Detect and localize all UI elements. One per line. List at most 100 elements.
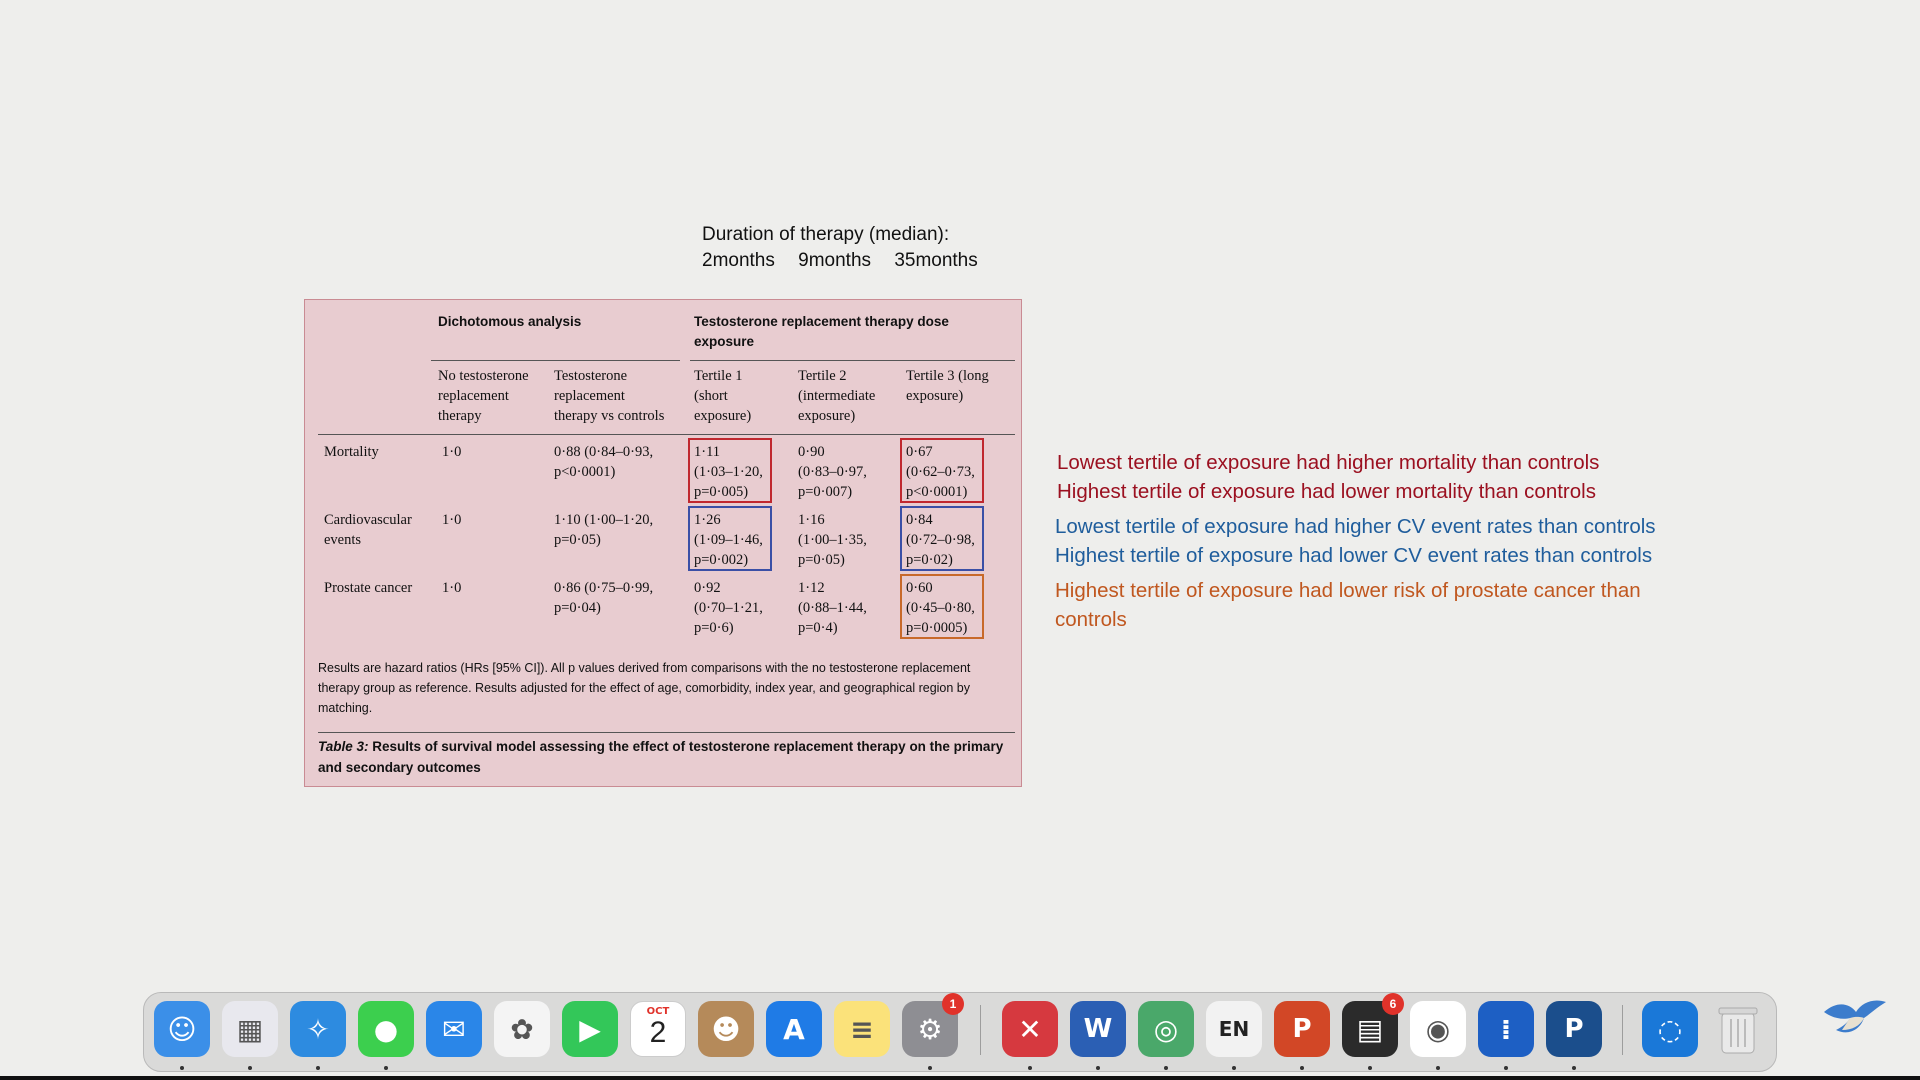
dock-glyph: ☻ xyxy=(711,1012,741,1046)
group-header-dose-exposure: Testosterone replacement therapy dose ex… xyxy=(694,314,949,349)
cell-line: 1·0 xyxy=(442,512,462,528)
table-cell: 1·10 (1·00–1·20, p=0·05) xyxy=(554,510,653,550)
printer-icon[interactable]: ▤ 6 xyxy=(1342,993,1404,1057)
results-table-figure: Dichotomous analysis Testosterone replac… xyxy=(304,299,1022,787)
running-indicator xyxy=(1028,1066,1032,1070)
dock-glyph: A xyxy=(783,1012,805,1046)
dock: ☺ ▦ ✧ ● ✉ ✿ ▶ OCT 2 ☻ A ≡ ⚙ 1 ✕ W ◎ EN P ▤ 6 ◉ ⁞ P ◌ xyxy=(143,992,1777,1072)
trash-icon[interactable] xyxy=(1710,1001,1766,1057)
dock-glyph: ◎ xyxy=(1153,1012,1179,1046)
highlight-box xyxy=(688,506,772,571)
app-store-icon[interactable]: A xyxy=(766,1001,822,1057)
cell-line: p=0·4) xyxy=(798,620,838,636)
column-header-line: No testosterone xyxy=(438,368,529,384)
row-label-line: events xyxy=(324,532,362,548)
table-footnote: Results are hazard ratios (HRs [95% CI])… xyxy=(318,661,971,715)
running-indicator xyxy=(1436,1066,1440,1070)
cell-line: 1·0 xyxy=(442,580,462,596)
dots-app-icon[interactable]: ⁞ xyxy=(1478,1001,1534,1057)
spiral-app-icon[interactable]: ◌ xyxy=(1642,1001,1698,1057)
calendar-day: 2 xyxy=(649,1016,667,1049)
cell-line: 0·90 xyxy=(798,444,825,460)
column-header: Tertile 1 (short exposure) xyxy=(694,366,751,426)
header-rule xyxy=(690,360,1015,361)
duration-title: Duration of therapy (median): xyxy=(702,224,950,245)
chrome-icon[interactable]: ◉ xyxy=(1410,1001,1466,1057)
dock-icon-label: P xyxy=(1564,1014,1584,1044)
table-caption: Table 3: Results of survival model asses… xyxy=(318,736,1013,778)
launchpad-icon[interactable]: ▦ xyxy=(222,1001,278,1057)
highlight-box xyxy=(900,438,984,503)
annotation-line: Highest tertile of exposure had lower mo… xyxy=(1057,480,1596,503)
duration-month-value: 2months xyxy=(702,250,775,271)
globe-app-icon[interactable]: ◎ xyxy=(1138,1001,1194,1057)
column-header-line: Tertile 2 xyxy=(798,368,847,384)
dock-icon-label: P xyxy=(1292,1014,1312,1044)
dock-glyph: ✕ xyxy=(1018,1012,1042,1046)
messages-icon[interactable]: ● xyxy=(358,1001,414,1057)
row-label-line: Cardiovascular xyxy=(324,512,412,528)
dock-glyph: ≡ xyxy=(850,1012,874,1046)
cell-line: p=0·007) xyxy=(798,484,853,500)
remote-desktop-icon[interactable]: ✕ xyxy=(1002,1001,1058,1057)
table-cell: 1·12 (0·88–1·44, p=0·4) xyxy=(798,578,867,638)
cell-line: (0·70–1·21, xyxy=(694,600,763,616)
column-header: Testosterone replacement therapy vs contro… xyxy=(554,366,664,426)
p-power-icon[interactable]: P xyxy=(1546,1001,1602,1057)
input-source-icon[interactable]: EN xyxy=(1206,1001,1262,1057)
cell-line: 0·86 (0·75–0·99, xyxy=(554,580,654,596)
powerpoint-icon[interactable]: P xyxy=(1274,1001,1330,1057)
column-header-line: Tertile 3 (long xyxy=(906,368,989,384)
duration-months: 2months 9months 35months xyxy=(702,248,978,274)
column-header-line: (short xyxy=(694,388,728,404)
running-indicator xyxy=(316,1066,320,1070)
calendar-icon[interactable]: OCT 2 xyxy=(630,1001,686,1057)
cell-line: p=0·6) xyxy=(694,620,734,636)
highlight-box xyxy=(900,574,984,639)
mail-icon[interactable]: ✉ xyxy=(426,1001,482,1057)
cell-line: (0·83–0·97, xyxy=(798,464,867,480)
dock-glyph: ▶ xyxy=(579,1012,601,1046)
facetime-icon[interactable]: ▶ xyxy=(562,1001,618,1057)
running-indicator xyxy=(1368,1066,1372,1070)
table-cell: 1·16 (1·00–1·35, p=0·05) xyxy=(798,510,867,570)
dock-glyph: ◉ xyxy=(1425,1012,1451,1046)
column-header-line: therapy vs controls xyxy=(554,408,665,424)
column-header-line: Testosterone xyxy=(554,368,628,384)
cell-line: 1·0 xyxy=(442,444,462,460)
word-icon[interactable]: W xyxy=(1070,1001,1126,1057)
row-label: Cardiovascular events xyxy=(324,510,412,550)
cell-line: (1·00–1·35, xyxy=(798,532,867,548)
cell-line: p<0·0001) xyxy=(554,464,616,480)
row-label: Mortality xyxy=(324,442,379,462)
notes-icon[interactable]: ≡ xyxy=(834,1001,890,1057)
dock-glyph: ▦ xyxy=(236,1012,264,1046)
group-header-dichotomous: Dichotomous analysis xyxy=(438,314,582,329)
dock-glyph: ☺ xyxy=(167,1012,197,1046)
running-indicator xyxy=(180,1066,184,1070)
dock-separator xyxy=(980,1005,981,1055)
running-indicator xyxy=(1232,1066,1236,1070)
contacts-icon[interactable]: ☻ xyxy=(698,1001,754,1057)
caption-rule xyxy=(318,732,1015,733)
photos-icon[interactable]: ✿ xyxy=(494,1001,550,1057)
running-indicator xyxy=(1096,1066,1100,1070)
column-header-line: exposure) xyxy=(694,408,752,424)
column-header-line: replacement xyxy=(554,388,625,404)
dock-icon-label: W xyxy=(1083,1014,1113,1044)
table-cell: 1·0 xyxy=(442,578,461,598)
finder-icon[interactable]: ☺ xyxy=(154,1001,210,1057)
table-cell: 0·92 (0·70–1·21, p=0·6) xyxy=(694,578,763,638)
running-indicator xyxy=(1300,1066,1304,1070)
duration-month-value: 35months xyxy=(894,250,978,271)
annotation-line: Highest tertile of exposure had lower ri… xyxy=(1055,579,1641,602)
dock-glyph: ● xyxy=(373,1012,399,1046)
column-header-line: Tertile 1 xyxy=(694,368,743,384)
safari-icon[interactable]: ✧ xyxy=(290,1001,346,1057)
caption-label: Table 3: xyxy=(318,739,369,754)
row-label-line: Mortality xyxy=(324,444,379,460)
notification-badge: 1 xyxy=(942,993,964,1015)
running-indicator xyxy=(1164,1066,1168,1070)
system-settings-icon[interactable]: ⚙ 1 xyxy=(902,993,964,1057)
caption-text: Results of survival model assessing the … xyxy=(318,739,1004,775)
